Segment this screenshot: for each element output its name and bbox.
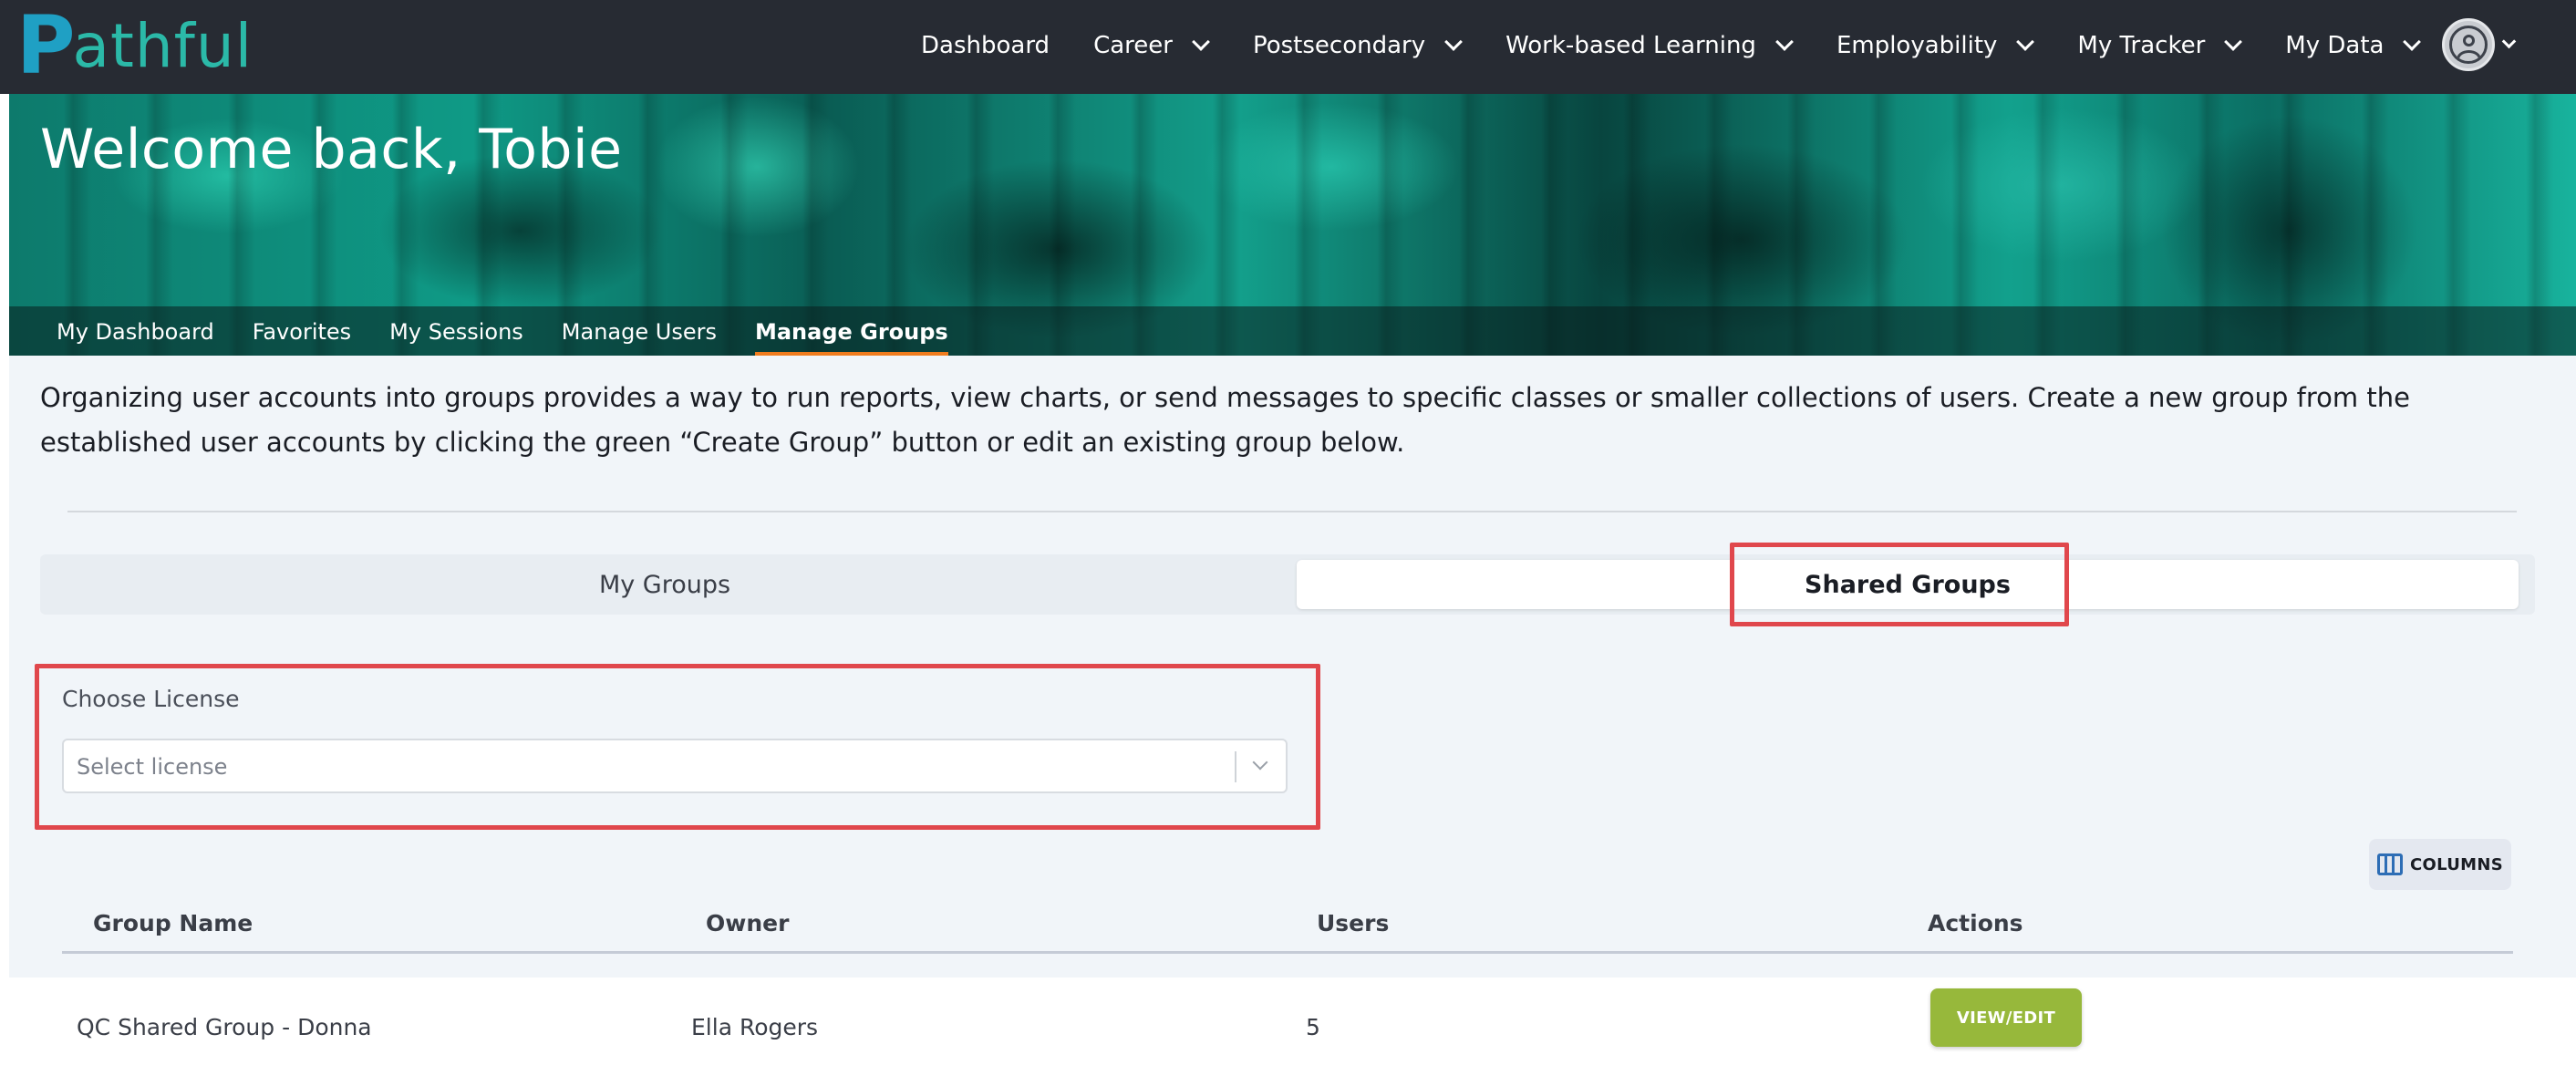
logo-initial: P xyxy=(16,0,77,92)
top-navbar: P athful Dashboard Career Postsecondary … xyxy=(0,0,2576,94)
column-header-users[interactable]: Users xyxy=(1317,910,1389,936)
avatar-head xyxy=(2463,35,2475,47)
columns-icon xyxy=(2377,853,2403,875)
nav-item-label: Employability xyxy=(1836,32,1998,59)
nav-item-label: Work-based Learning xyxy=(1505,32,1756,59)
avatar-body xyxy=(2457,50,2481,61)
chevron-down-icon xyxy=(2224,33,2243,51)
table-header: Group Name Owner Users Actions xyxy=(62,903,2513,954)
cell-owner: Ella Rogers xyxy=(691,1014,819,1040)
view-edit-button[interactable]: VIEW/EDIT xyxy=(1930,988,2082,1047)
nav-item-my-data[interactable]: My Data xyxy=(2285,32,2422,59)
subnav-item-manage-users[interactable]: Manage Users xyxy=(562,319,717,356)
nav-item-dashboard[interactable]: Dashboard xyxy=(921,32,1050,59)
nav-item-my-tracker[interactable]: My Tracker xyxy=(2077,32,2243,59)
chevron-down-icon xyxy=(2016,33,2035,51)
groups-tab-bar: My Groups Shared Groups xyxy=(40,554,2535,615)
divider xyxy=(67,511,2517,512)
pathful-logo[interactable]: P athful xyxy=(16,4,253,88)
column-header-group-name[interactable]: Group Name xyxy=(93,910,253,936)
user-avatar-icon[interactable] xyxy=(2442,18,2495,71)
main-nav: Dashboard Career Postsecondary Work-base… xyxy=(921,0,2521,91)
hero-banner: Welcome back, Tobie My Dashboard Favorit… xyxy=(9,94,2576,356)
logo-text: athful xyxy=(72,10,253,81)
nav-item-career[interactable]: Career xyxy=(1093,32,1210,59)
nav-item-label: Dashboard xyxy=(921,32,1050,59)
subnav-item-my-dashboard[interactable]: My Dashboard xyxy=(57,319,214,356)
nav-item-label: My Tracker xyxy=(2077,32,2206,59)
nav-item-work-based-learning[interactable]: Work-based Learning xyxy=(1505,32,1794,59)
avatar-ring xyxy=(2449,26,2488,64)
subnav-item-my-sessions[interactable]: My Sessions xyxy=(389,319,523,356)
columns-button[interactable]: COLUMNS xyxy=(2369,839,2511,890)
nav-item-employability[interactable]: Employability xyxy=(1836,32,2035,59)
subnav-item-favorites[interactable]: Favorites xyxy=(253,319,351,356)
main-content: Organizing user accounts into groups pro… xyxy=(9,356,2576,977)
table-row: QC Shared Group - Donna Ella Rogers 5 VI… xyxy=(0,977,2576,1086)
chevron-down-icon xyxy=(1775,33,1794,51)
columns-button-label: COLUMNS xyxy=(2410,854,2503,874)
nav-item-label: Postsecondary xyxy=(1252,32,1426,59)
tab-my-groups[interactable]: My Groups xyxy=(40,560,1289,609)
dashboard-subnav: My Dashboard Favorites My Sessions Manag… xyxy=(9,306,2576,356)
column-header-owner[interactable]: Owner xyxy=(706,910,789,936)
chevron-down-icon xyxy=(1444,33,1463,51)
nav-item-label: Career xyxy=(1093,32,1173,59)
chevron-down-icon xyxy=(2403,33,2422,51)
chevron-down-icon xyxy=(1192,33,1210,51)
intro-text: Organizing user accounts into groups pro… xyxy=(40,382,2410,458)
highlight-box-shared-groups xyxy=(1730,543,2069,626)
cell-group-name: QC Shared Group - Donna xyxy=(77,1014,372,1040)
nav-item-label: My Data xyxy=(2285,32,2385,59)
highlight-box-license xyxy=(35,664,1320,830)
column-header-actions[interactable]: Actions xyxy=(1928,910,2023,936)
subnav-item-manage-groups[interactable]: Manage Groups xyxy=(754,319,948,356)
page-title: Welcome back, Tobie xyxy=(40,118,623,181)
nav-item-postsecondary[interactable]: Postsecondary xyxy=(1252,32,1463,59)
cell-users: 5 xyxy=(1306,1014,1320,1040)
